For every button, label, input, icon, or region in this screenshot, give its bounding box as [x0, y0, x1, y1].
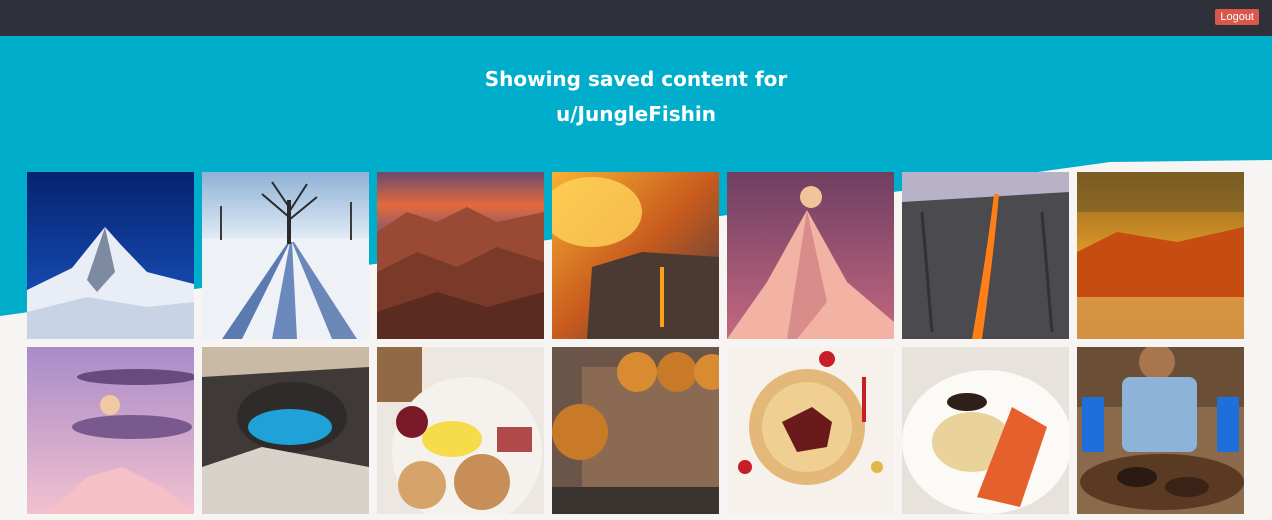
- saved-image-tile[interactable]: [552, 172, 719, 339]
- waterfall-sunset-photo: [552, 172, 719, 339]
- saved-image-tile[interactable]: [377, 347, 544, 514]
- saved-image-tile[interactable]: [1077, 172, 1244, 339]
- saved-image-tile[interactable]: [552, 347, 719, 514]
- moon-peak-photo: [727, 172, 894, 339]
- canyon-photo: [377, 172, 544, 339]
- saved-image-tile[interactable]: [202, 347, 369, 514]
- page-title: Showing saved content for u/JungleFishin: [0, 62, 1272, 132]
- noodles-lobster-photo: [902, 347, 1069, 514]
- logout-button[interactable]: Logout: [1215, 9, 1259, 25]
- saved-image-tile[interactable]: [902, 172, 1069, 339]
- autumn-forest-photo: [1077, 172, 1244, 339]
- saved-image-tile[interactable]: [727, 172, 894, 339]
- saved-image-tile[interactable]: [727, 347, 894, 514]
- page-title-username: u/JungleFishin: [556, 102, 716, 126]
- mountain-photo: [27, 172, 194, 339]
- baked-rolls-photo: [552, 347, 719, 514]
- lenticular-clouds-photo: [27, 347, 194, 514]
- top-nav-bar: Logout: [0, 0, 1272, 36]
- saved-image-tile[interactable]: [1077, 347, 1244, 514]
- tree-snow-photo: [202, 172, 369, 339]
- lunar-pie-photo: [727, 347, 894, 514]
- saved-content-grid: [27, 172, 1244, 514]
- page-title-line: Showing saved content for: [484, 67, 788, 91]
- barbecue-platter-photo: [1077, 347, 1244, 514]
- crater-lake-photo: [202, 347, 369, 514]
- saved-image-tile[interactable]: [27, 172, 194, 339]
- firefall-photo: [902, 172, 1069, 339]
- saved-image-tile[interactable]: [377, 172, 544, 339]
- breakfast-photo: [377, 347, 544, 514]
- saved-image-tile[interactable]: [202, 172, 369, 339]
- saved-image-tile[interactable]: [902, 347, 1069, 514]
- saved-image-tile[interactable]: [27, 347, 194, 514]
